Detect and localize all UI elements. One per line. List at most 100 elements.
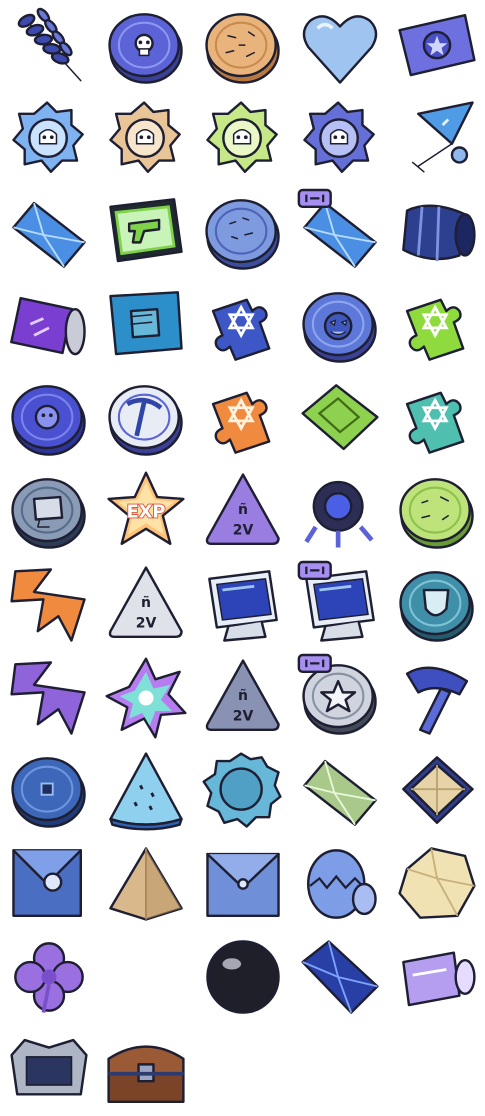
purple-cup-icon — [401, 950, 476, 1006]
item-slot[interactable] — [291, 651, 388, 744]
skull-coin-icon — [107, 12, 183, 84]
grey-rune-triangle-icon: ñ 2V — [108, 565, 183, 638]
item-slot[interactable] — [97, 93, 194, 186]
rune-coin-icon — [204, 198, 280, 270]
item-slot[interactable] — [291, 279, 388, 372]
shield-coin-icon — [398, 570, 474, 642]
item-slot[interactable] — [97, 837, 194, 930]
item-slot[interactable] — [194, 93, 291, 186]
linked-star-coin-icon — [297, 653, 377, 735]
egg-icon — [306, 848, 377, 919]
face-coin-icon — [10, 384, 86, 456]
item-slot[interactable] — [194, 930, 291, 1023]
tan-pyramid-icon — [108, 846, 183, 921]
clover-icon — [13, 941, 84, 1013]
item-slot[interactable] — [194, 0, 291, 93]
item-slot[interactable] — [291, 186, 388, 279]
blue-puzzle-piece-icon — [211, 298, 270, 361]
black-pearl-icon — [205, 939, 280, 1014]
item-slot[interactable] — [194, 837, 291, 930]
svg-text:ñ: ñ — [238, 501, 248, 517]
item-slot[interactable] — [388, 651, 485, 744]
svg-text:EXP: EXP — [126, 502, 165, 522]
item-slot[interactable] — [0, 930, 97, 1023]
item-slot[interactable] — [388, 465, 485, 558]
item-icon-sheet: EXP ñ 2V ñ 2V ñ 2V — [0, 0, 485, 1103]
item-slot[interactable] — [0, 93, 97, 186]
blue-screen-panel-icon — [207, 569, 278, 642]
crown-box-icon — [9, 1038, 88, 1096]
item-slot[interactable] — [388, 744, 485, 837]
treasure-chest-icon — [106, 1044, 185, 1103]
item-slot[interactable] — [194, 372, 291, 465]
item-slot[interactable] — [0, 837, 97, 930]
item-slot[interactable] — [194, 186, 291, 279]
item-slot[interactable] — [97, 744, 194, 837]
item-slot[interactable]: EXP — [97, 465, 194, 558]
item-slot[interactable] — [97, 651, 194, 744]
empty-slot — [97, 930, 194, 1023]
item-slot[interactable]: ñ 2V — [97, 558, 194, 651]
item-slot[interactable] — [291, 558, 388, 651]
green-puzzle-piece-icon — [405, 298, 464, 361]
star-scroll-icon — [397, 13, 476, 76]
green-crystal-icon — [302, 759, 377, 826]
item-slot[interactable] — [0, 372, 97, 465]
item-slot[interactable] — [97, 186, 194, 279]
item-slot[interactable]: ñ 2V — [194, 465, 291, 558]
item-slot[interactable] — [291, 372, 388, 465]
item-slot[interactable] — [194, 279, 291, 372]
blue-envelope-icon — [205, 852, 280, 917]
item-slot[interactable] — [97, 279, 194, 372]
item-slot[interactable] — [291, 0, 388, 93]
item-slot[interactable] — [388, 837, 485, 930]
item-slot[interactable] — [97, 0, 194, 93]
item-slot[interactable] — [0, 558, 97, 651]
blue-gear-emblem-icon — [11, 100, 84, 173]
item-slot[interactable] — [194, 744, 291, 837]
item-slot[interactable] — [291, 93, 388, 186]
rainbow-star-icon — [105, 657, 186, 738]
item-slot[interactable] — [194, 558, 291, 651]
heart-icon — [302, 14, 377, 84]
lime-cookie-icon — [398, 477, 474, 549]
lime-gear-emblem-icon — [205, 100, 278, 173]
item-slot[interactable] — [291, 930, 388, 1023]
item-slot[interactable] — [0, 186, 97, 279]
item-slot[interactable] — [388, 0, 485, 93]
purple-canister-icon — [9, 296, 86, 355]
item-slot[interactable] — [291, 465, 388, 558]
item-slot[interactable] — [388, 93, 485, 186]
svg-text:ñ: ñ — [141, 594, 151, 610]
item-slot[interactable]: ñ 2V — [194, 651, 291, 744]
blue-crystal-icon — [11, 201, 86, 268]
item-slot[interactable] — [0, 279, 97, 372]
cannon-coin-icon — [10, 477, 86, 549]
item-slot[interactable] — [0, 744, 97, 837]
fist-card-icon — [108, 290, 183, 355]
gun-card-icon — [108, 197, 183, 262]
item-slot[interactable] — [0, 1023, 97, 1116]
item-slot[interactable] — [388, 372, 485, 465]
exp-star-icon: EXP — [106, 471, 185, 545]
item-slot[interactable] — [0, 651, 97, 744]
orange-lightning-icon — [9, 567, 86, 642]
item-slot[interactable] — [388, 930, 485, 1023]
cocktail-glass-icon — [411, 100, 474, 173]
robot-core-icon — [303, 480, 374, 548]
item-slot[interactable] — [291, 744, 388, 837]
indigo-gear-emblem-icon — [302, 100, 375, 173]
item-slot[interactable] — [291, 837, 388, 930]
ancient-coin-icon — [10, 756, 86, 828]
svg-text:2V: 2V — [135, 615, 156, 631]
item-slot[interactable] — [388, 279, 485, 372]
item-slot[interactable] — [97, 1023, 194, 1116]
item-slot[interactable] — [0, 0, 97, 93]
item-slot[interactable] — [388, 186, 485, 279]
item-slot[interactable] — [0, 465, 97, 558]
item-slot[interactable] — [97, 372, 194, 465]
pyramid-gem-icon — [401, 755, 474, 824]
hammer-icon — [405, 666, 468, 735]
item-slot[interactable] — [388, 558, 485, 651]
green-card-icon — [300, 383, 379, 450]
